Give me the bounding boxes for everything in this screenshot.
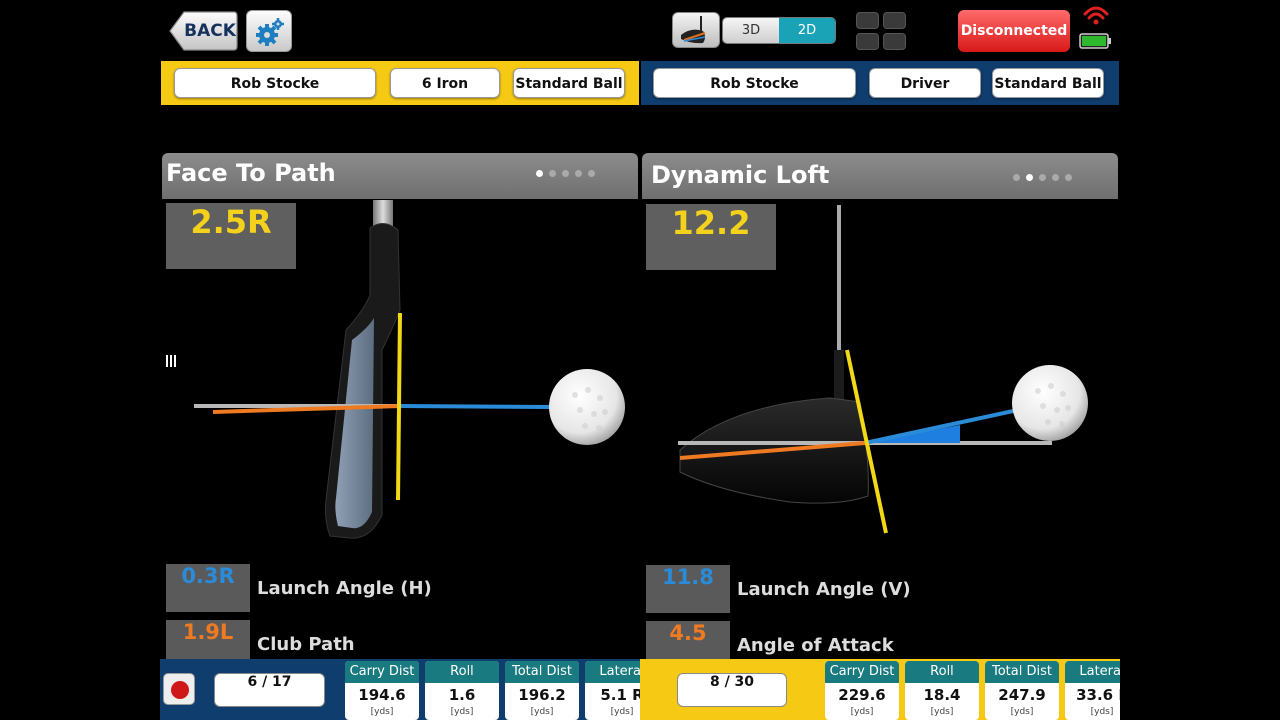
- page-dot[interactable]: [588, 170, 595, 177]
- right-player-select[interactable]: Rob Stocke: [653, 68, 856, 98]
- left-selection-bar: Rob Stocke 6 Iron Standard Ball: [161, 61, 639, 105]
- left-main-value: 2.5R: [166, 203, 296, 269]
- page-dot[interactable]: [536, 170, 543, 177]
- right-panel-header: Dynamic Loft: [642, 153, 1118, 199]
- stat-label: Roll: [425, 661, 499, 683]
- stat-total-dist: Total Dist 196.2 [yds]: [505, 661, 579, 720]
- grid-cell-icon: [883, 33, 906, 50]
- driver-club-icon: [681, 16, 706, 44]
- right-metric-1-value: 11.8: [646, 565, 730, 613]
- stat-roll: Roll 18.4 [yds]: [905, 661, 979, 720]
- stat-roll: Roll 1.6 [yds]: [425, 661, 499, 720]
- stat-lateral: Lateral 5.1 R [yds]: [585, 661, 640, 720]
- right-metric-1-label: Launch Angle (V): [737, 579, 911, 600]
- grid-layout-button[interactable]: [856, 12, 908, 52]
- right-metric-2-label: Angle of Attack: [737, 635, 894, 656]
- right-panel-title: Dynamic Loft: [651, 161, 830, 189]
- stat-label: Total Dist: [985, 661, 1059, 683]
- left-ball-select[interactable]: Standard Ball: [513, 68, 625, 98]
- stat-label: Carry Dist: [345, 661, 419, 683]
- left-metric-2-label: Club Path: [257, 634, 355, 655]
- page-dot[interactable]: [1013, 174, 1020, 181]
- gear-icon: [256, 18, 284, 46]
- right-selection-bar: Rob Stocke Driver Standard Ball: [641, 61, 1119, 105]
- page-dot[interactable]: [1039, 174, 1046, 181]
- right-stats-strip: Carry Dist 229.6 [yds] Roll 18.4 [yds] T…: [640, 661, 1120, 720]
- club-view-button[interactable]: [672, 12, 720, 48]
- stat-value: 229.6: [838, 686, 886, 704]
- stat-value: 247.9: [998, 686, 1046, 704]
- stat-label: Carry Dist: [825, 661, 899, 683]
- wifi-battery-icon: [1078, 0, 1118, 54]
- stat-carry-dist: Carry Dist 194.6 [yds]: [345, 661, 419, 720]
- grid-cell-icon: [856, 33, 879, 50]
- connection-status-button[interactable]: Disconnected: [958, 10, 1070, 52]
- page-dot[interactable]: [1026, 174, 1033, 181]
- left-metric-1-label: Launch Angle (H): [257, 578, 432, 599]
- grid-cell-icon: [883, 12, 906, 29]
- left-stats-strip: Carry Dist 194.6 [yds] Roll 1.6 [yds] To…: [160, 661, 640, 720]
- page-dot[interactable]: [575, 170, 582, 177]
- stat-value: 18.4: [923, 686, 961, 704]
- stat-carry-dist: Carry Dist 229.6 [yds]: [825, 661, 899, 720]
- view-3d-option[interactable]: 3D: [723, 18, 779, 43]
- page-dot[interactable]: [1065, 174, 1072, 181]
- stat-value: 5.1 R: [600, 686, 640, 704]
- grid-cell-icon: [856, 12, 879, 29]
- left-panel-header: Face To Path: [162, 153, 638, 199]
- right-club-select[interactable]: Driver: [869, 68, 981, 98]
- left-page-dots[interactable]: [536, 170, 595, 177]
- stat-label: Lateral: [1065, 661, 1120, 683]
- page-dot[interactable]: [562, 170, 569, 177]
- back-label: BACK: [184, 21, 236, 41]
- stat-value: 196.2: [518, 686, 566, 704]
- stat-label: Total Dist: [505, 661, 579, 683]
- stat-total-dist: Total Dist 247.9 [yds]: [985, 661, 1059, 720]
- stat-unit: [yds]: [370, 707, 394, 717]
- left-club-select[interactable]: 6 Iron: [390, 68, 500, 98]
- view-2d-option[interactable]: 2D: [779, 18, 835, 43]
- left-player-select[interactable]: Rob Stocke: [174, 68, 376, 98]
- stat-unit: [yds]: [1090, 707, 1114, 717]
- stat-label: Roll: [905, 661, 979, 683]
- settings-button[interactable]: [246, 10, 292, 52]
- stat-unit: [yds]: [930, 707, 954, 717]
- stat-value: 1.6: [448, 686, 476, 704]
- stat-unit: [yds]: [850, 707, 874, 717]
- stat-label: Lateral: [585, 661, 640, 683]
- view-mode-toggle[interactable]: 3D 2D: [722, 17, 836, 44]
- stat-unit: [yds]: [530, 707, 554, 717]
- stat-value: 33.6 L: [1076, 686, 1120, 704]
- stat-unit: [yds]: [1010, 707, 1034, 717]
- drag-handle-icon[interactable]: [166, 355, 176, 367]
- page-dot[interactable]: [549, 170, 556, 177]
- right-page-dots[interactable]: [1013, 174, 1072, 181]
- stat-lateral: Lateral 33.6 L [yds]: [1065, 661, 1120, 720]
- stat-unit: [yds]: [450, 707, 474, 717]
- stat-unit: [yds]: [610, 707, 634, 717]
- right-ball-select[interactable]: Standard Ball: [992, 68, 1104, 98]
- page-dot[interactable]: [1052, 174, 1059, 181]
- stat-value: 194.6: [358, 686, 406, 704]
- left-panel-title: Face To Path: [166, 159, 336, 187]
- right-main-value: 12.2: [646, 204, 776, 270]
- left-metric-1-value: 0.3R: [166, 564, 250, 612]
- back-button[interactable]: BACK: [168, 10, 238, 52]
